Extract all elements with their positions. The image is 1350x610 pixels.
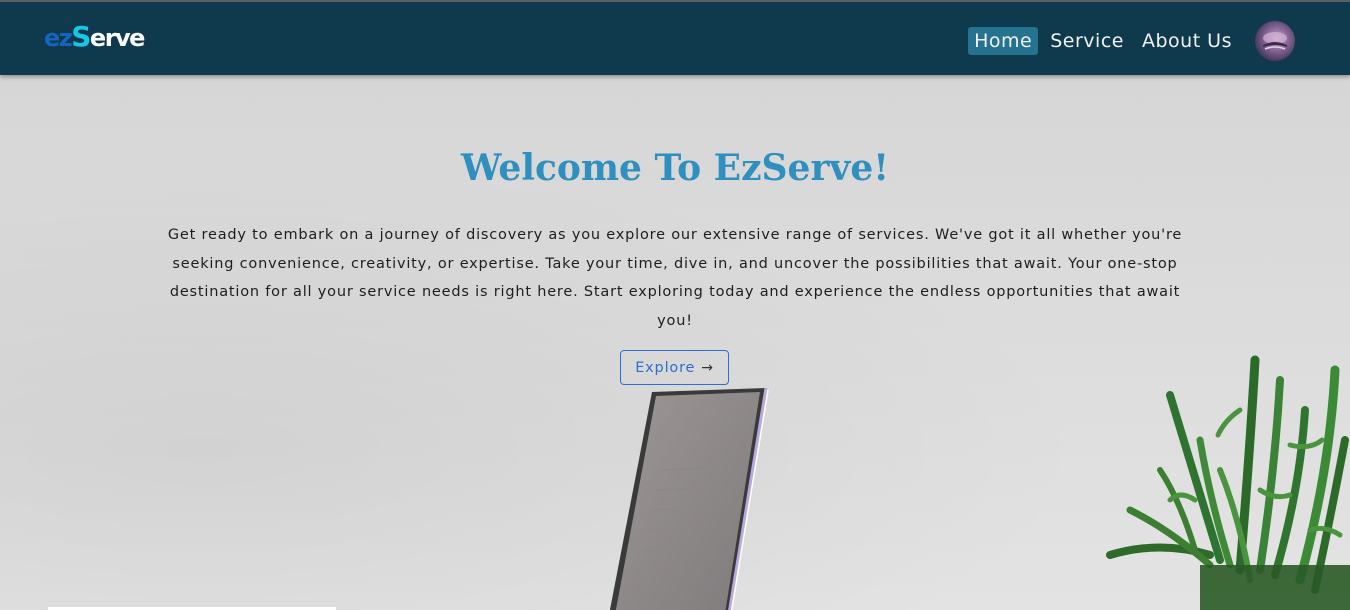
- ezserve-logo[interactable]: ezServe: [44, 20, 146, 54]
- nav-service-link[interactable]: Service: [1044, 27, 1130, 55]
- hero-title: Welcome To EzServe!: [460, 147, 890, 189]
- user-avatar[interactable]: [1255, 21, 1295, 61]
- logo-rest-text: erve: [89, 24, 146, 52]
- arrow-right-icon: →: [701, 359, 714, 376]
- main-nav: Home Service About Us: [968, 25, 1238, 57]
- nav-home-link[interactable]: Home: [968, 27, 1039, 55]
- plant-image: [1106, 355, 1350, 610]
- window-top-border: [0, 0, 1350, 2]
- logo-s-text: S: [71, 20, 91, 53]
- nav-about-us-link[interactable]: About Us: [1136, 27, 1238, 55]
- avatar-image: [1263, 32, 1287, 50]
- hero-description: Get ready to embark on a journey of disc…: [167, 227, 1183, 329]
- navbar: ezServe Home Service About Us: [0, 2, 1350, 75]
- logo-ez-text: ez: [44, 24, 73, 52]
- hero-section: Welcome To EzServe! Get ready to embark …: [0, 75, 1350, 610]
- explore-button-label: Explore: [635, 359, 696, 376]
- laptop-image: [609, 387, 769, 610]
